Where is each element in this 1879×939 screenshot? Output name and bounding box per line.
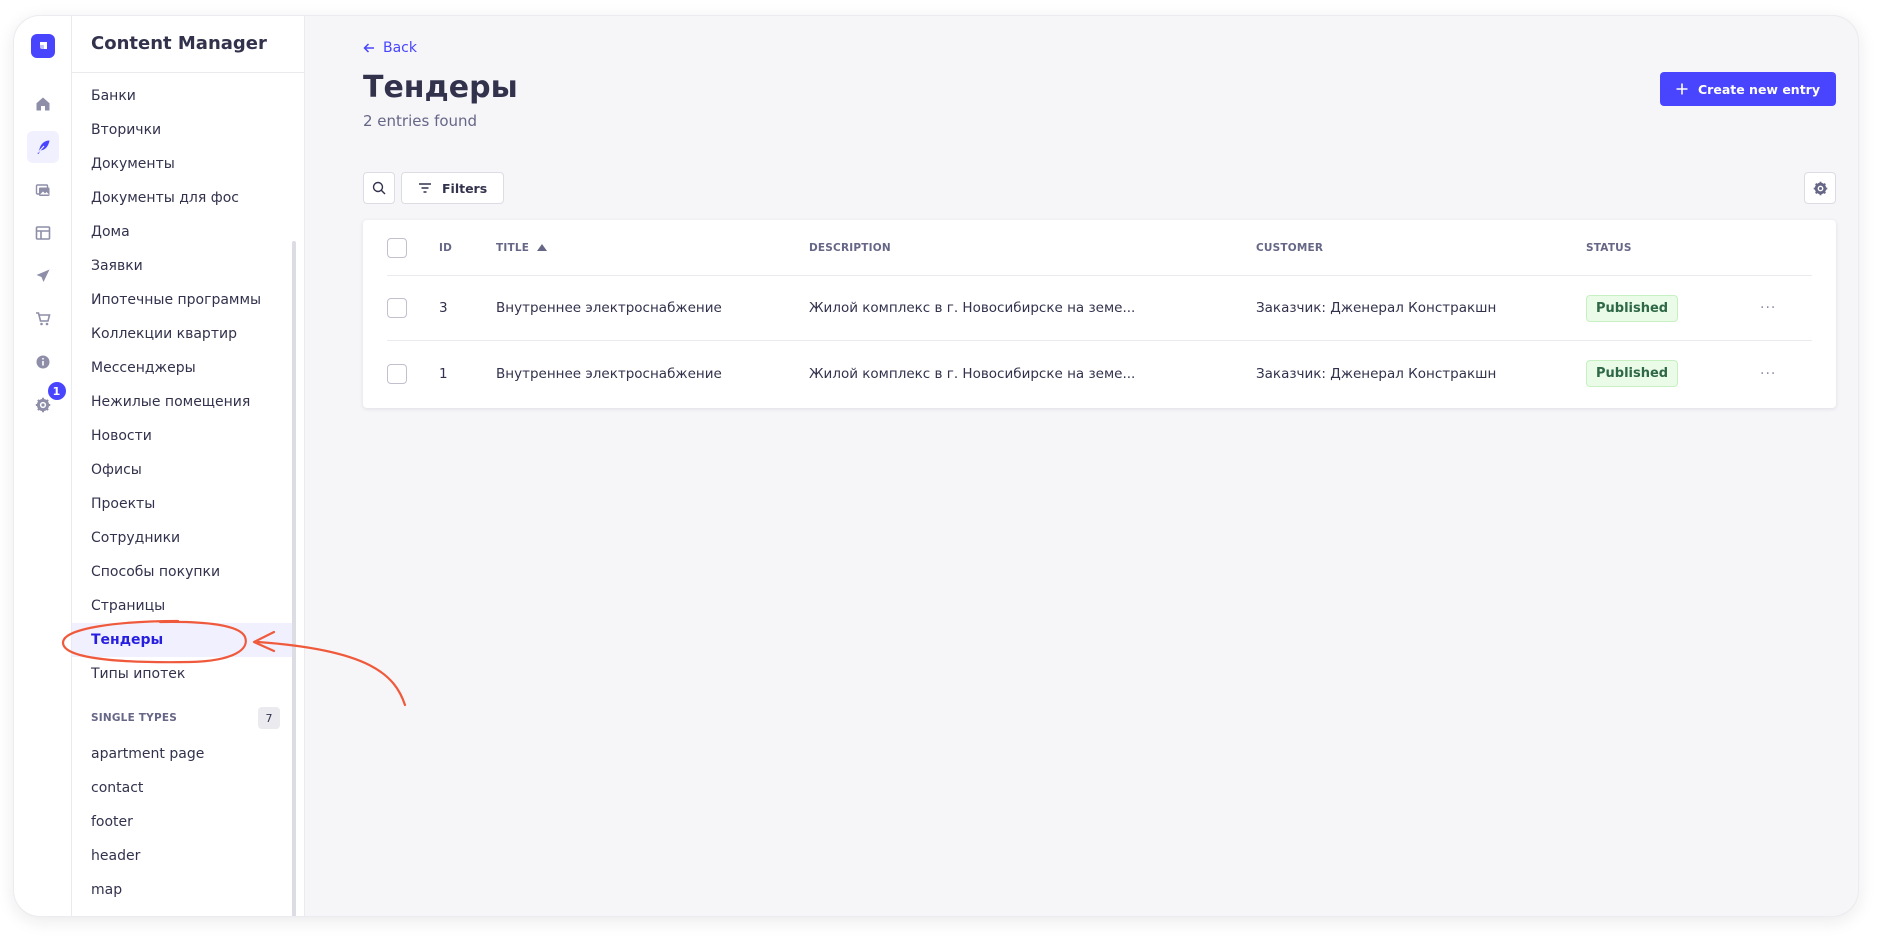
feather-icon <box>37 140 49 154</box>
filter-icon <box>419 183 431 193</box>
cell-description: Жилой комплекс в г. Новосибирске на земе… <box>809 300 1136 316</box>
sidebar-title: Content Manager <box>72 16 304 73</box>
create-button-label: Create new entry <box>1698 81 1820 97</box>
row-checkbox[interactable] <box>387 363 407 384</box>
logo-icon <box>39 42 47 49</box>
filters-button[interactable]: Filters <box>401 172 505 204</box>
sidebar-item[interactable]: Мессенджеры <box>72 351 294 385</box>
gear-icon <box>35 397 50 413</box>
sidebar-item[interactable]: Офисы <box>72 453 294 487</box>
strapi-logo[interactable] <box>30 34 55 58</box>
cart-icon <box>35 312 51 326</box>
cell-id: 3 <box>439 300 448 316</box>
select-all-checkbox[interactable] <box>387 237 407 258</box>
back-label: Back <box>383 40 417 56</box>
single-types-header[interactable]: SINGLE TYPES 7 <box>72 705 294 731</box>
search-icon <box>372 181 386 195</box>
collection-types-list: Банки Вторички Документы Документы для ф… <box>72 73 304 691</box>
main-content: Back Тендеры 2 entries found Create new … <box>305 16 1858 916</box>
sidebar-item[interactable]: Вторички <box>72 113 294 147</box>
home-icon <box>36 97 49 111</box>
filters-label: Filters <box>442 180 488 196</box>
table-row[interactable]: 1 Внутреннее электроснабжение Жилой комп… <box>387 341 1812 406</box>
content-type-builder-nav-button[interactable] <box>27 217 59 249</box>
sidebar-scrollbar[interactable] <box>292 241 296 916</box>
column-header-customer[interactable]: CUSTOMER <box>1256 242 1586 254</box>
sort-ascending-icon <box>537 244 548 251</box>
info-icon <box>36 355 49 369</box>
content-manager-sidebar: Content Manager Банки Вторички Документы… <box>72 16 305 916</box>
app-window: 1 Content Manager Банки Вторички Докумен… <box>14 16 1858 916</box>
status-badge: Published <box>1586 360 1679 387</box>
column-header-status[interactable]: STATUS <box>1586 242 1760 254</box>
sidebar-item[interactable]: Ипотечные программы <box>72 283 294 317</box>
create-new-entry-button[interactable]: Create new entry <box>1660 72 1836 106</box>
cell-description: Жилой комплекс в г. Новосибирске на земе… <box>809 365 1136 382</box>
column-header-id[interactable]: ID <box>439 242 496 254</box>
page-title: Тендеры <box>363 70 518 105</box>
sidebar-item[interactable]: Страницы <box>72 589 294 623</box>
media-icon <box>35 184 49 196</box>
row-actions-menu-icon[interactable]: ··· <box>1760 366 1776 382</box>
sidebar-item[interactable]: Коллекции квартир <box>72 317 294 351</box>
back-link[interactable]: Back <box>363 40 417 56</box>
table-header-row: ID TITLE DESCRIPTION CUSTOMER STATUS <box>387 220 1812 276</box>
sidebar-item[interactable]: Способы покупки <box>72 555 294 589</box>
sidebar-item[interactable]: Типы ипотек <box>72 657 294 691</box>
main-nav-rail: 1 <box>14 16 72 916</box>
view-settings-button[interactable] <box>1804 172 1836 204</box>
single-types-label: SINGLE TYPES <box>91 712 177 724</box>
entries-count: 2 entries found <box>363 112 478 130</box>
cell-customer: Заказчик: Дженерал Констракшн <box>1256 300 1497 316</box>
cell-title: Внутреннее электроснабжение <box>496 365 722 382</box>
settings-nav-button[interactable]: 1 <box>27 380 68 421</box>
sidebar-item[interactable]: Нежилые помещения <box>72 385 294 419</box>
sidebar-item[interactable]: Заявки <box>72 249 294 283</box>
sidebar-item[interactable]: footer <box>72 805 294 839</box>
column-header-title-wrap[interactable]: TITLE <box>496 242 809 254</box>
content-manager-nav-button[interactable] <box>26 131 59 163</box>
marketplace-nav-button[interactable] <box>27 303 59 335</box>
entries-table: ID TITLE DESCRIPTION CUSTOMER STATUS 3 В… <box>363 220 1836 408</box>
sidebar-item[interactable]: header <box>72 839 294 873</box>
sidebar-item[interactable]: map <box>72 873 294 907</box>
table-row[interactable]: 3 Внутреннее электроснабжение Жилой комп… <box>387 276 1812 341</box>
row-actions-menu-icon[interactable]: ··· <box>1760 300 1776 316</box>
gear-icon <box>1813 181 1827 195</box>
single-types-list: apartment page contact footer header map <box>72 731 304 907</box>
sidebar-item[interactable]: contact <box>72 771 294 805</box>
status-badge: Published <box>1586 294 1679 322</box>
sidebar-item[interactable]: Дома <box>72 215 294 249</box>
plus-icon <box>1676 83 1688 95</box>
cell-title: Внутреннее электроснабжение <box>496 300 722 316</box>
layout-icon <box>35 226 50 240</box>
sidebar-item[interactable]: Банки <box>72 79 294 113</box>
row-checkbox[interactable] <box>387 298 407 318</box>
column-header-description[interactable]: DESCRIPTION <box>809 242 1256 254</box>
sidebar-item[interactable]: Документы для фос <box>72 181 294 215</box>
search-button[interactable] <box>363 172 395 204</box>
media-library-nav-button[interactable] <box>27 174 59 206</box>
sidebar-item[interactable]: Проекты <box>72 487 294 521</box>
sidebar-item[interactable]: Документы <box>72 147 294 181</box>
cell-customer: Заказчик: Дженерал Констракшн <box>1256 365 1497 382</box>
sidebar-item-active[interactable]: Тендеры <box>72 623 294 657</box>
send-icon <box>36 269 49 282</box>
info-nav-button[interactable] <box>27 346 59 378</box>
notification-badge: 1 <box>45 380 68 402</box>
arrow-left-icon <box>363 43 374 53</box>
column-header-title: TITLE <box>496 241 530 254</box>
single-types-count: 7 <box>258 707 280 729</box>
cell-id: 1 <box>439 365 448 382</box>
sidebar-item[interactable]: Сотрудники <box>72 521 294 555</box>
sidebar-item[interactable]: apartment page <box>72 737 294 771</box>
email-nav-button[interactable] <box>27 260 59 292</box>
home-nav-button[interactable] <box>27 88 59 120</box>
sidebar-item[interactable]: Новости <box>72 419 294 453</box>
